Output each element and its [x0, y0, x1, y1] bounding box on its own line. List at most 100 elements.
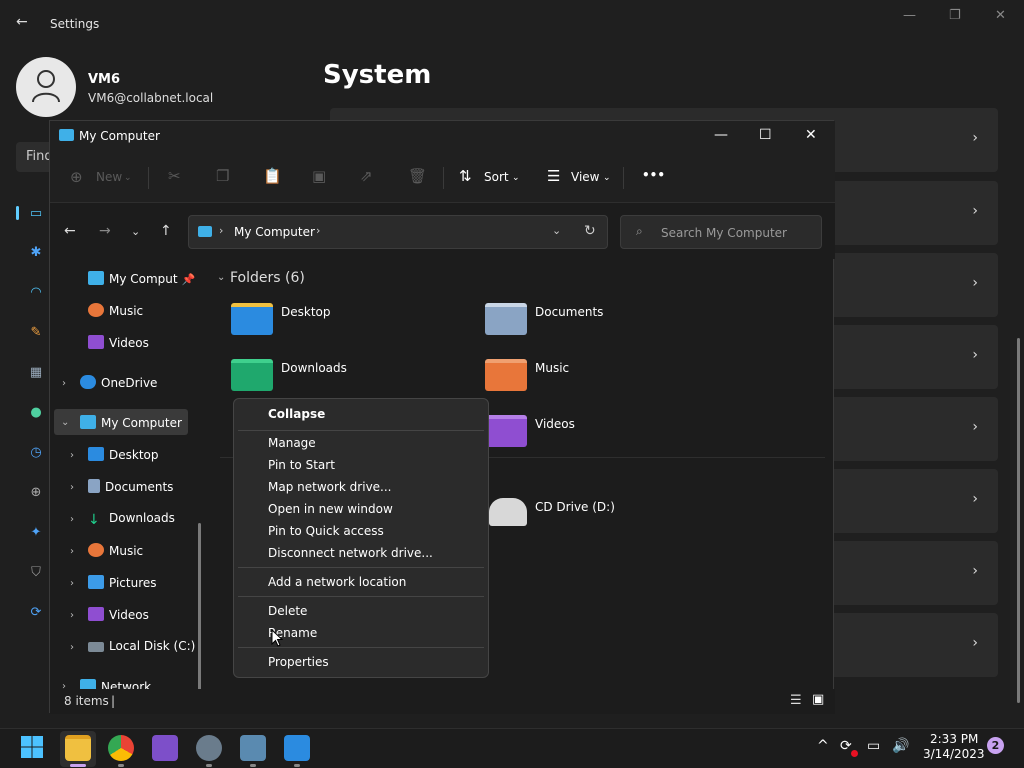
expand-chevron-icon[interactable]: › [70, 450, 74, 461]
tree-item-my-computer[interactable]: My Computer [80, 415, 182, 439]
settings-gear-icon[interactable] [196, 735, 222, 761]
show-hidden-icons-chevron-icon[interactable]: ^ [817, 738, 829, 754]
menu-item-open-new-window[interactable]: Open in new window [268, 502, 393, 516]
time-language-icon[interactable]: ◷ [27, 445, 45, 463]
minimize-icon[interactable]: — [903, 8, 916, 23]
chrome-icon[interactable] [108, 735, 134, 761]
tree-item-music[interactable]: Music [88, 303, 143, 327]
close-icon[interactable]: ✕ [995, 8, 1006, 23]
personalization-icon[interactable]: ✎ [27, 325, 45, 343]
volume-icon[interactable]: 🔊 [892, 738, 909, 754]
address-dropdown-icon[interactable]: ⌄ [552, 224, 561, 237]
address-bar[interactable]: › My Computer › ⌄ ↻ [188, 215, 608, 249]
menu-item-pin-to-start[interactable]: Pin to Start [268, 458, 335, 472]
start-button[interactable] [20, 735, 44, 759]
apps-icon[interactable]: ▦ [27, 365, 45, 383]
sync-icon[interactable]: ⟳ [840, 738, 852, 754]
group-collapse-icon[interactable]: ⌄ [217, 272, 225, 283]
folders-group-header[interactable]: Folders (6) [230, 270, 305, 286]
tree-item-downloads[interactable]: ↓ Downloads [88, 511, 175, 535]
menu-item-map-network-drive[interactable]: Map network drive... [268, 480, 392, 494]
accessibility-icon[interactable]: ✦ [27, 525, 45, 543]
back-arrow-icon[interactable]: ← [16, 14, 28, 30]
sort-button[interactable]: Sort [484, 170, 509, 184]
avatar[interactable] [16, 57, 76, 117]
maximize-icon[interactable]: ☐ [759, 127, 772, 143]
view-button[interactable]: View [571, 170, 599, 184]
accounts-icon[interactable]: ● [27, 405, 45, 423]
expand-chevron-icon[interactable]: › [70, 578, 74, 589]
collapse-chevron-icon[interactable]: ⌄ [61, 417, 69, 428]
minimize-icon[interactable]: — [714, 127, 728, 143]
new-button[interactable]: New [96, 170, 122, 184]
tree-item-videos[interactable]: Videos [88, 335, 149, 359]
expand-chevron-icon[interactable]: › [70, 642, 74, 653]
copy-icon[interactable]: ❐ [216, 167, 229, 185]
close-icon[interactable]: ✕ [805, 127, 817, 143]
tree-item-local-disk[interactable]: Local Disk (C:) [88, 639, 195, 663]
system-icon[interactable]: ▭ [27, 206, 45, 224]
privacy-icon[interactable]: ⛉ [27, 565, 45, 583]
tree-item-videos[interactable]: Videos [88, 607, 149, 631]
tree-item-music[interactable]: Music [88, 543, 143, 567]
chevron-down-icon: ⌄ [512, 173, 520, 183]
clock-time[interactable]: 2:33 PM [930, 732, 978, 746]
details-view-icon[interactable]: ☰ [790, 693, 802, 708]
paste-icon[interactable]: 📋 [263, 167, 282, 185]
menu-item-manage[interactable]: Manage [268, 436, 316, 450]
restore-icon[interactable]: ❐ [949, 8, 961, 23]
monitor-icon [80, 415, 96, 429]
up-arrow-icon[interactable]: ↑ [160, 223, 172, 239]
tree-item-desktop[interactable]: Desktop [88, 447, 159, 471]
pin-icon[interactable]: 📌 [181, 273, 195, 286]
title-bar[interactable]: My Computer — ☐ ✕ [50, 121, 835, 153]
menu-item-disconnect-network-drive[interactable]: Disconnect network drive... [268, 546, 433, 560]
expand-chevron-icon[interactable]: › [70, 482, 74, 493]
more-options-button[interactable]: ••• [642, 168, 665, 182]
expand-chevron-icon[interactable]: › [70, 546, 74, 557]
search-input[interactable]: ⌕ Search My Computer [620, 215, 822, 249]
tree-item-documents[interactable]: Documents [88, 479, 173, 503]
expand-chevron-icon[interactable]: › [70, 610, 74, 621]
expand-chevron-icon[interactable]: › [62, 681, 66, 689]
network-tray-icon[interactable]: ▭ [867, 738, 880, 754]
bluetooth-icon[interactable]: ✱ [27, 245, 45, 263]
visual-studio-icon[interactable] [152, 735, 178, 761]
delete-icon[interactable]: 🗑 [408, 167, 427, 185]
menu-item-pin-quick-access[interactable]: Pin to Quick access [268, 524, 384, 538]
menu-item-add-network-location[interactable]: Add a network location [268, 575, 406, 589]
menu-item-collapse[interactable]: Collapse [268, 407, 325, 421]
back-arrow-icon[interactable]: ← [64, 223, 76, 239]
menu-item-delete[interactable]: Delete [268, 604, 307, 618]
forward-arrow-icon[interactable]: → [99, 223, 111, 239]
recent-locations-chevron-icon[interactable]: ⌄ [131, 225, 140, 238]
chevron-right-icon[interactable]: › [316, 224, 320, 237]
tree-item-pictures[interactable]: Pictures [88, 575, 157, 599]
toolbox-icon[interactable] [284, 735, 310, 761]
windows-logo-icon [21, 736, 43, 758]
desktop-icon [88, 447, 104, 461]
notification-badge[interactable]: 2 [987, 737, 1004, 754]
share-icon[interactable]: ⇗ [360, 167, 373, 185]
address-location[interactable]: My Computer [234, 225, 315, 239]
clock-date[interactable]: 3/14/2023 [923, 747, 985, 761]
tree-item-onedrive[interactable]: OneDrive [80, 375, 157, 399]
chevron-right-icon: › [972, 491, 978, 507]
refresh-icon[interactable]: ↻ [584, 223, 596, 239]
tree-item-network[interactable]: Network [80, 679, 151, 689]
large-icons-view-icon[interactable]: ▣ [812, 692, 824, 707]
navigation-scrollbar[interactable] [198, 523, 201, 689]
resource-monitor-icon[interactable] [240, 735, 266, 761]
windows-update-icon[interactable]: ⟳ [27, 605, 45, 623]
expand-chevron-icon[interactable]: › [70, 514, 74, 525]
sidebar-selection-indicator [16, 206, 19, 220]
expand-chevron-icon[interactable]: › [62, 378, 66, 389]
tree-item-my-computer-pinned[interactable]: My Comput 📌 [88, 271, 195, 295]
settings-scrollbar[interactable] [1017, 338, 1020, 703]
rename-icon[interactable]: ▣ [312, 167, 326, 185]
network-icon[interactable]: ◠ [27, 285, 45, 303]
file-explorer-icon[interactable] [65, 735, 91, 761]
gaming-icon[interactable]: ⊕ [27, 485, 45, 503]
cut-icon[interactable]: ✂ [168, 167, 181, 185]
menu-item-properties[interactable]: Properties [268, 655, 329, 669]
